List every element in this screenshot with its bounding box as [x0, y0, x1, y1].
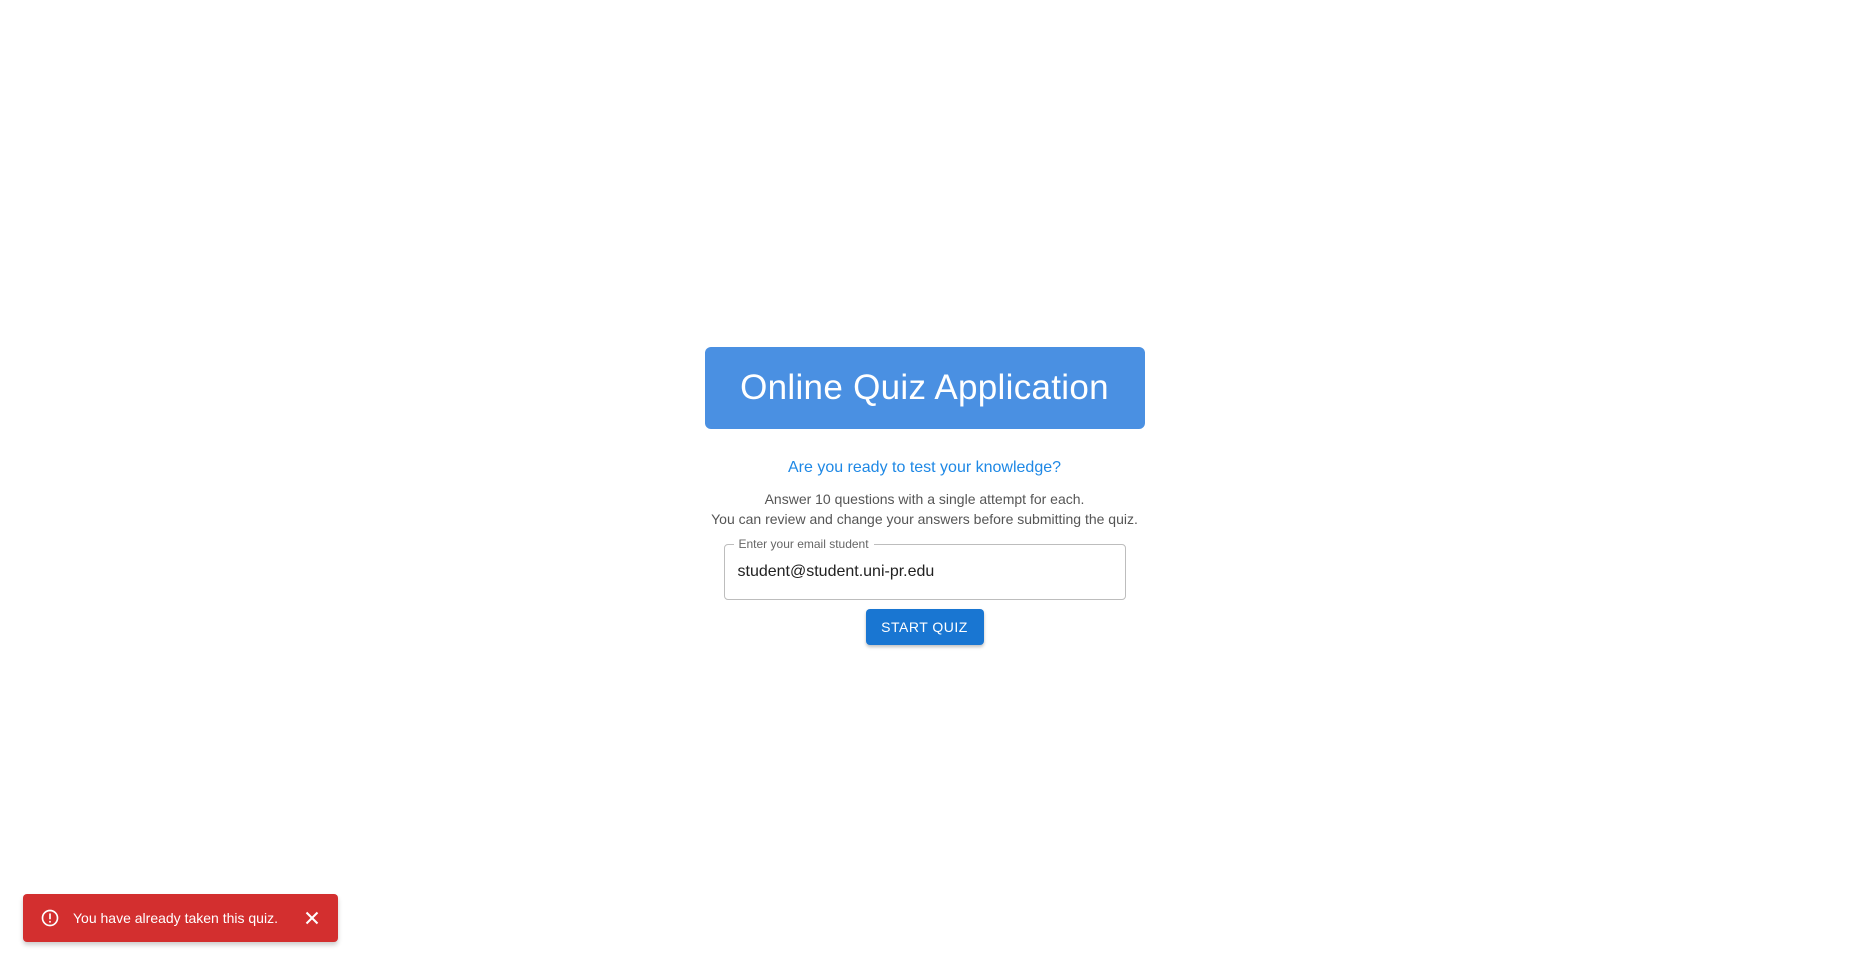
instructions: Answer 10 questions with a single attemp…: [711, 489, 1138, 529]
error-snackbar: You have already taken this quiz.: [23, 894, 338, 942]
email-field-label: Enter your email student: [733, 536, 874, 552]
email-input[interactable]: [737, 559, 1112, 585]
email-field[interactable]: Enter your email student: [723, 536, 1126, 600]
instructions-line-1: Answer 10 questions with a single attemp…: [764, 491, 1085, 507]
page: Online Quiz Application Are you ready to…: [0, 0, 1849, 959]
title-banner: Online Quiz Application: [704, 347, 1145, 429]
tagline: Are you ready to test your knowledge?: [787, 459, 1062, 476]
start-quiz-button[interactable]: START QUIZ: [865, 609, 984, 645]
quiz-start-panel: Online Quiz Application Are you ready to…: [0, 347, 1849, 645]
snackbar-message: You have already taken this quiz.: [73, 910, 278, 926]
page-title: Online Quiz Application: [740, 368, 1109, 407]
instructions-line-2: You can review and change your answers b…: [711, 511, 1138, 527]
close-icon[interactable]: [300, 906, 324, 930]
error-outline-icon: [39, 907, 61, 929]
